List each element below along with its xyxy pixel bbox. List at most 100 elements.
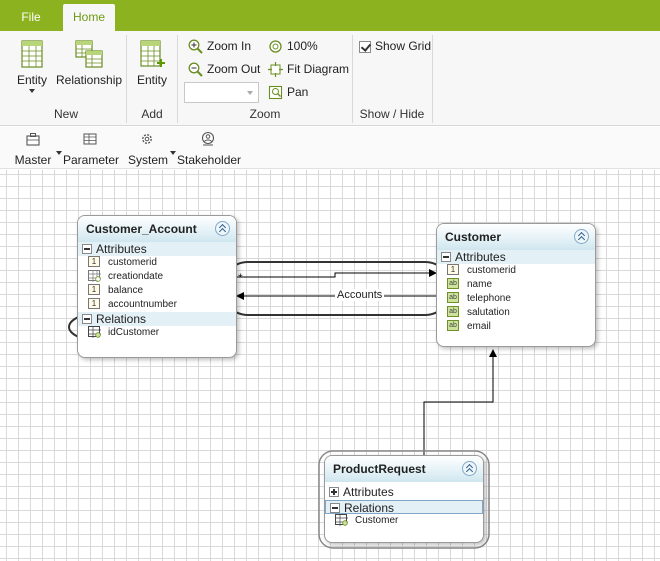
- system-dropdown-arrow[interactable]: [170, 151, 176, 155]
- attribute-row[interactable]: 1 balance: [78, 283, 236, 298]
- entity-icon: [21, 40, 43, 68]
- zoom-100-button[interactable]: 100%: [268, 36, 318, 56]
- entity-title: Customer_Account: [86, 222, 197, 236]
- show-grid-label: Show Grid: [375, 39, 432, 53]
- actual-size-icon: [269, 40, 282, 53]
- new-relationship-button[interactable]: Relationship: [56, 39, 122, 87]
- attribute-row[interactable]: creationdate: [78, 269, 236, 284]
- attributes-label: Attributes: [96, 242, 147, 256]
- relations-section[interactable]: Relations: [325, 500, 483, 515]
- relation-name: Customer: [355, 515, 399, 526]
- attribute-row[interactable]: 1 accountnumber: [78, 297, 236, 312]
- attribute-name: customerid: [467, 265, 516, 276]
- plus-icon[interactable]: [329, 486, 339, 497]
- diagram-canvas[interactable]: Accounts * Customer_Account Attributes 1…: [0, 170, 660, 561]
- zoom-100-label: 100%: [287, 39, 318, 53]
- relation-type-icon: [88, 325, 101, 338]
- system-button[interactable]: System: [128, 131, 176, 167]
- pan-icon: [268, 86, 283, 100]
- relationship-label[interactable]: Accounts: [335, 289, 385, 301]
- attribute-name: salutation: [467, 307, 510, 318]
- tab-home[interactable]: Home: [63, 4, 115, 31]
- master-label: Master: [14, 153, 52, 167]
- multiplicity-label: *: [238, 271, 243, 285]
- gear-icon: [142, 134, 152, 144]
- attributes-section[interactable]: Attributes: [78, 242, 236, 256]
- parameter-button[interactable]: Parameter: [63, 131, 119, 167]
- group-label-zoom: Zoom: [249, 107, 281, 121]
- number-type-icon: 1: [88, 255, 100, 267]
- pan-label: Pan: [287, 85, 309, 99]
- relations-label: Relations: [96, 312, 147, 326]
- stakeholder-label: Stakeholder: [177, 153, 242, 167]
- system-label: System: [128, 153, 169, 167]
- fit-diagram-label: Fit Diagram: [287, 62, 350, 76]
- pan-button[interactable]: Pan: [268, 82, 308, 102]
- entity-product-request[interactable]: ProductRequest Attributes Relations Cust…: [324, 455, 484, 543]
- zoom-in-button[interactable]: Zoom In: [188, 36, 251, 56]
- minus-icon[interactable]: [82, 243, 92, 254]
- attribute-row[interactable]: ab name: [437, 277, 595, 292]
- entity-header[interactable]: ProductRequest: [325, 456, 483, 482]
- text-type-icon: ab: [447, 291, 459, 303]
- entity-header[interactable]: Customer_Account: [78, 216, 236, 242]
- ribbon-tab-bar: File Home: [0, 0, 660, 31]
- collapse-icon[interactable]: [215, 221, 230, 236]
- minus-icon[interactable]: [330, 502, 340, 513]
- minus-icon[interactable]: [441, 251, 451, 262]
- attribute-name: accountnumber: [108, 299, 177, 310]
- attribute-row[interactable]: ab email: [437, 319, 595, 334]
- add-entity-button[interactable]: Entity: [134, 39, 170, 87]
- zoom-level-select[interactable]: [184, 82, 259, 103]
- relationship-connector[interactable]: [237, 269, 437, 278]
- relationship-connector[interactable]: [423, 349, 497, 455]
- master-button[interactable]: Master: [14, 131, 62, 167]
- new-entity-button[interactable]: Entity: [14, 39, 50, 93]
- entity-header[interactable]: Customer: [437, 224, 595, 250]
- zoom-in-label: Zoom In: [207, 39, 252, 53]
- minus-icon[interactable]: [82, 313, 92, 324]
- relation-row[interactable]: idCustomer: [78, 325, 236, 340]
- fit-diagram-button[interactable]: Fit Diagram: [268, 59, 349, 79]
- briefcase-icon: [26, 133, 40, 146]
- attribute-row[interactable]: ab salutation: [437, 305, 595, 320]
- tab-file[interactable]: File: [10, 4, 52, 31]
- attribute-row[interactable]: ab telephone: [437, 291, 595, 306]
- entity-customer[interactable]: Customer Attributes 1 customerid ab name a…: [436, 223, 596, 347]
- add-entity-icon: [140, 40, 165, 67]
- stakeholder-button[interactable]: Stakeholder: [177, 131, 242, 167]
- new-entity-dropdown-arrow[interactable]: [29, 89, 35, 93]
- group-label-new: New: [53, 107, 78, 121]
- zoom-out-label: Zoom Out: [207, 62, 261, 76]
- relation-name: idCustomer: [108, 327, 160, 338]
- relation-row[interactable]: Customer: [325, 513, 483, 528]
- relation-type-icon: [335, 513, 348, 526]
- attribute-name: email: [467, 321, 491, 332]
- attribute-name: name: [467, 279, 493, 290]
- show-grid-checkbox[interactable]: Show Grid: [359, 36, 431, 56]
- table-icon: [83, 133, 97, 145]
- attribute-name: telephone: [467, 293, 511, 304]
- ribbon: Entity Relationship New Entity Add Zoom …: [0, 31, 660, 126]
- ribbon-separator: [177, 35, 178, 123]
- attributes-section[interactable]: Attributes: [437, 250, 595, 264]
- attributes-section[interactable]: Attributes: [325, 485, 483, 499]
- attributes-label: Attributes: [455, 250, 506, 264]
- attribute-row[interactable]: 1 customerid: [437, 263, 595, 278]
- zoom-out-button[interactable]: Zoom Out: [188, 59, 260, 79]
- collapse-icon[interactable]: [462, 461, 477, 476]
- fit-diagram-icon: [268, 62, 283, 78]
- ribbon-separator: [352, 35, 353, 123]
- master-dropdown-arrow[interactable]: [56, 151, 62, 155]
- relations-label: Relations: [344, 501, 395, 515]
- diagram-toolbar: Master Parameter System Stakeholder: [0, 127, 660, 169]
- number-type-icon: 1: [88, 283, 100, 295]
- entity-title: Customer: [445, 230, 502, 244]
- attribute-row[interactable]: 1 customerid: [78, 255, 236, 270]
- zoom-in-icon: [188, 39, 203, 55]
- relations-section[interactable]: Relations: [78, 312, 236, 326]
- date-type-icon: [88, 269, 101, 282]
- entity-customer-account[interactable]: Customer_Account Attributes 1 customerid …: [77, 215, 237, 358]
- collapse-icon[interactable]: [574, 229, 589, 244]
- add-entity-label: Entity: [136, 73, 167, 87]
